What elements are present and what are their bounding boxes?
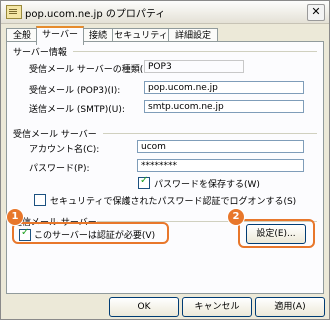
incoming-server-input[interactable]: pop.ucom.ne.jp xyxy=(144,81,304,94)
close-button[interactable]: ✕ xyxy=(307,4,325,21)
spa-logon-label: セキュリティで保護されたパスワード認証でログオンする(S) xyxy=(50,197,297,207)
account-name-input[interactable]: ucom xyxy=(137,140,304,153)
server-type-field: POP3 xyxy=(144,60,244,73)
server-info-group-label: サーバー情報 xyxy=(13,48,67,58)
group-divider xyxy=(103,133,317,134)
remember-password-checkbox[interactable] xyxy=(138,175,150,189)
cancel-button[interactable]: キャンセル xyxy=(182,297,252,317)
incoming-server-label: 受信メール (POP3)(I): xyxy=(29,86,121,96)
outgoing-server-label: 送信メール (SMTP)(U): xyxy=(29,105,125,115)
server-tab-panel: サーバー情報 受信メール サーバーの種類(M): POP3 受信メール (POP… xyxy=(6,41,324,294)
group-divider xyxy=(73,51,317,52)
step-1-badge: 1 xyxy=(6,208,24,226)
window-title: pop.ucom.ne.jp のプロパティ xyxy=(25,9,166,20)
remember-password-label: パスワードを保存する(W) xyxy=(154,180,260,190)
server-type-label: 受信メール サーバーの種類(M): xyxy=(29,65,158,75)
password-input[interactable]: ******** xyxy=(137,159,304,172)
step-2-badge: 2 xyxy=(227,208,245,226)
password-label: パスワード(P): xyxy=(29,164,90,174)
auth-required-highlight xyxy=(12,222,169,244)
title-bar: pop.ucom.ne.jp のプロパティ ✕ xyxy=(1,1,329,24)
spa-logon-checkbox[interactable] xyxy=(34,194,46,206)
mail-account-icon xyxy=(6,5,22,19)
tab-server[interactable]: サーバー xyxy=(36,26,84,45)
account-name-label: アカウント名(C): xyxy=(29,145,100,155)
outgoing-server-input[interactable]: smtp.ucom.ne.jp xyxy=(144,100,304,113)
settings-button-highlight xyxy=(238,219,315,248)
properties-window: pop.ucom.ne.jp のプロパティ ✕ 全般 サーバー 接続 セキュリテ… xyxy=(0,0,330,320)
apply-button[interactable]: 適用(A) xyxy=(255,297,325,317)
incoming-group-label: 受信メール サーバー xyxy=(13,130,97,140)
ok-button[interactable]: OK xyxy=(109,297,179,317)
